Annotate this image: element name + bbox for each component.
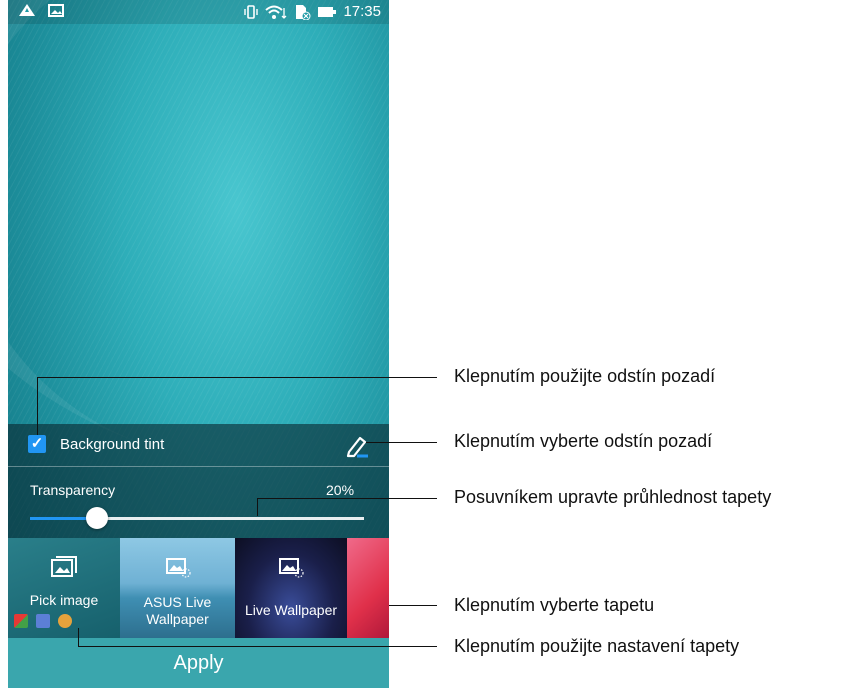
live-wallpaper-icon [279,558,304,578]
phone-screen: 17:35 ✓ Background tint Transparency 20% [8,0,389,688]
status-bar: 17:35 [8,0,389,24]
callout-line [78,628,79,646]
background-tint-row: ✓ Background tint [8,424,389,466]
vibrate-icon [244,4,259,19]
app-icon [36,614,50,628]
sim-icon [296,4,311,20]
pick-image-label: Pick image [29,592,99,608]
tint-panel: ✓ Background tint Transparency 20% [8,424,389,538]
transparency-value: 20% [326,482,355,498]
asus-live-wallpaper-tile[interactable]: ASUS Live Wallpaper [120,538,235,638]
app-grid-icon [14,614,28,628]
callout-line [37,377,437,378]
status-time: 17:35 [343,3,381,20]
wifi-icon [265,5,287,19]
callout-apply-settings: Klepnutím použijte nastavení tapety [454,636,740,656]
callout-transparency: Posuvníkem upravte průhlednost tapety [454,487,772,507]
slider-thumb[interactable] [85,507,108,529]
app-icon [58,614,72,628]
asus-live-wallpaper-label: ASUS Live Wallpaper [143,594,212,627]
pick-image-tile[interactable]: Pick image [8,538,120,638]
alert-icon [19,4,35,16]
callout-line [78,646,437,647]
background-tint-label: Background tint [60,436,165,453]
gallery-icon [51,556,77,577]
callout-line [389,605,437,606]
live-wallpaper-icon [165,558,191,578]
wallpaper-thumbnail[interactable] [347,538,389,638]
pencil-icon[interactable] [344,432,370,458]
panel-divider [8,466,389,467]
callout-select-tint: Klepnutím vyberte odstín pozadí [454,431,713,451]
live-wallpaper-label: Live Wallpaper [244,602,338,618]
callout-line [37,377,38,435]
callout-line [257,498,437,499]
callout-line [366,442,437,443]
callout-select-wallpaper: Klepnutím vyberte tapetu [454,595,655,615]
mini-app-icons [14,614,72,628]
transparency-label: Transparency [30,482,116,498]
background-tint-checkbox[interactable]: ✓ [28,435,46,453]
live-wallpaper-tile[interactable]: Live Wallpaper [235,538,347,638]
callout-line [257,498,258,516]
image-icon [48,3,64,17]
callout-apply-tint: Klepnutím použijte odstín pozadí [454,366,716,386]
battery-icon [318,6,337,17]
wallpaper-picker: Pick image ASUS Live Wallpaper Live Wall… [8,538,389,638]
transparency-slider[interactable] [30,507,364,529]
